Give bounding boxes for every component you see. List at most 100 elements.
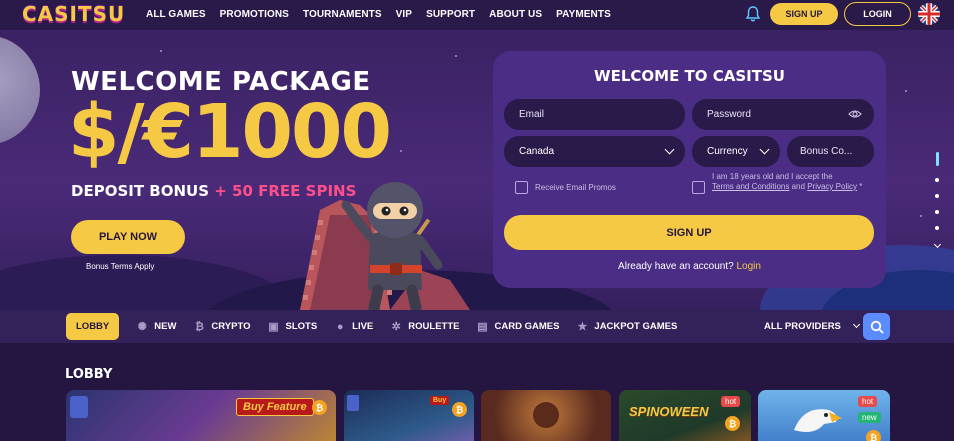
nav-promotions[interactable]: PROMOTIONS: [220, 9, 289, 20]
search-icon: [870, 320, 883, 333]
bitcoin-icon: ₿: [312, 400, 327, 415]
currency-select[interactable]: Currency: [692, 136, 780, 167]
slider-dot[interactable]: [935, 210, 939, 214]
person-icon: ●: [336, 320, 344, 333]
star-icon: ★: [577, 320, 588, 333]
bonus-code-input[interactable]: [800, 146, 874, 157]
tab-new-label: NEW: [154, 321, 177, 332]
and-text: and: [791, 182, 805, 191]
hero-slider-dots: [932, 152, 942, 249]
slider-dot[interactable]: [935, 226, 939, 230]
category-tabs: LOBBY ✺ NEW ₿ CRYPTO ▣ SLOTS ● LIVE ✲ RO…: [66, 313, 694, 340]
game-tile-5[interactable]: hot new ₿: [758, 390, 890, 441]
free-spins-text: + 50 FREE SPINS: [214, 182, 357, 200]
form-title: WELCOME TO CASITSU: [594, 67, 785, 85]
email-promos-checkbox[interactable]: [515, 181, 528, 194]
tab-lobby-label: LOBBY: [76, 321, 110, 332]
hero-banner: WELCOME PACKAGE $/€1000 DEPOSIT BONUS + …: [0, 30, 954, 310]
nav-vip[interactable]: VIP: [396, 9, 412, 20]
header-signup-button[interactable]: SIGN UP: [770, 3, 838, 25]
main-nav: ALL GAMES PROMOTIONS TOURNAMENTS VIP SUP…: [146, 9, 611, 20]
form-signup-button[interactable]: SIGN UP: [504, 215, 874, 250]
star-decoration: [455, 55, 457, 57]
privacy-link[interactable]: Privacy Policy: [807, 182, 857, 191]
bell-icon[interactable]: [744, 5, 762, 23]
character-illustration: [533, 402, 559, 428]
slider-dot-active[interactable]: [935, 152, 939, 166]
email-field[interactable]: [504, 99, 685, 130]
tab-slots-label: SLOTS: [285, 321, 318, 332]
new-badge: new: [858, 412, 881, 423]
ninja-mascot-illustration: [341, 182, 443, 310]
tab-slots[interactable]: ▣ SLOTS: [267, 313, 317, 340]
already-account-text: Already have an account? Login: [493, 261, 886, 272]
chevron-down-icon: [852, 320, 860, 329]
bonus-subtitle: DEPOSIT BONUS + 50 FREE SPINS: [71, 182, 356, 200]
star-decoration: [905, 90, 907, 92]
age-text: I am 18 years old and I accept the: [712, 172, 833, 181]
provider-logo-icon: [347, 395, 359, 411]
password-field[interactable]: [692, 99, 874, 130]
buy-feature-badge: Buy: [430, 396, 450, 405]
country-select[interactable]: Canada: [504, 136, 685, 167]
buy-feature-badge: Buy Feature: [236, 398, 314, 416]
tab-new[interactable]: ✺ NEW: [136, 313, 177, 340]
tab-card-games[interactable]: ▤ CARD GAMES: [476, 313, 559, 340]
game-tile-3[interactable]: [481, 390, 611, 441]
search-button[interactable]: [863, 313, 890, 340]
country-value: Canada: [519, 146, 555, 157]
uk-flag-icon[interactable]: [918, 3, 940, 25]
chevron-down-icon: [759, 144, 770, 155]
hot-badge: hot: [858, 396, 878, 407]
nav-about-us[interactable]: ABOUT US: [489, 9, 542, 20]
tab-roulette-label: ROULETTE: [408, 321, 460, 332]
nav-payments[interactable]: PAYMENTS: [556, 9, 611, 20]
tab-lobby[interactable]: LOBBY: [66, 313, 120, 340]
slider-dot[interactable]: [935, 194, 939, 198]
bonus-terms-link[interactable]: Bonus Terms Apply: [86, 262, 154, 271]
chevron-down-icon[interactable]: [933, 240, 941, 249]
email-input[interactable]: [519, 109, 685, 120]
email-promos-label: Receive Email Promos: [535, 183, 616, 192]
providers-dropdown[interactable]: ALL PROVIDERS: [764, 320, 860, 332]
header-login-button[interactable]: LOGIN: [844, 2, 911, 26]
star-decoration: [160, 50, 162, 52]
age-terms-label: I am 18 years old and I accept the Terms…: [712, 172, 872, 192]
bitcoin-icon: ₿: [725, 416, 740, 431]
already-text: Already have an account?: [618, 261, 734, 272]
eagle-illustration: [794, 409, 842, 432]
nav-support[interactable]: SUPPORT: [426, 9, 475, 20]
nav-tournaments[interactable]: TOURNAMENTS: [303, 9, 382, 20]
chevron-down-icon: [664, 144, 675, 155]
nav-all-games[interactable]: ALL GAMES: [146, 9, 206, 20]
bonus-code-field[interactable]: [787, 136, 874, 167]
deposit-bonus-text: DEPOSIT BONUS: [71, 182, 210, 200]
hot-badge: hot: [721, 396, 741, 407]
logo[interactable]: CASITSU: [22, 2, 125, 26]
roulette-icon: ✲: [391, 320, 401, 333]
game-tile-4[interactable]: SPINOWEEN hot ₿: [619, 390, 751, 441]
lobby-heading: LOBBY: [65, 367, 113, 382]
eye-icon[interactable]: [848, 109, 862, 119]
bitcoin-icon: ₿: [866, 430, 881, 441]
tab-live[interactable]: ● LIVE: [334, 313, 373, 340]
moon-decoration: [0, 35, 40, 145]
currency-value: Currency: [707, 146, 748, 157]
tab-roulette[interactable]: ✲ ROULETTE: [390, 313, 460, 340]
game-tile-1[interactable]: Buy Feature ₿: [66, 390, 336, 441]
tab-jackpot-games[interactable]: ★ JACKPOT GAMES: [576, 313, 677, 340]
play-now-button[interactable]: PLAY NOW: [71, 220, 185, 254]
providers-label: ALL PROVIDERS: [764, 321, 841, 332]
tab-card-games-label: CARD GAMES: [494, 321, 560, 332]
tab-crypto[interactable]: ₿ CRYPTO: [193, 313, 251, 340]
cards-icon: ▤: [477, 320, 488, 333]
top-navbar: CASITSU ALL GAMES PROMOTIONS TOURNAMENTS…: [0, 0, 954, 30]
terms-link[interactable]: Terms and Conditions: [712, 182, 789, 191]
bitcoin-icon: ₿: [452, 402, 467, 417]
tab-jackpot-games-label: JACKPOT GAMES: [594, 321, 678, 332]
age-terms-checkbox[interactable]: [692, 181, 705, 194]
slider-dot[interactable]: [935, 178, 939, 182]
game-tile-2[interactable]: Buy ₿: [344, 390, 474, 441]
login-link[interactable]: Login: [736, 261, 760, 272]
signup-form-card: WELCOME TO CASITSU Canada Currency Recei…: [493, 51, 886, 288]
